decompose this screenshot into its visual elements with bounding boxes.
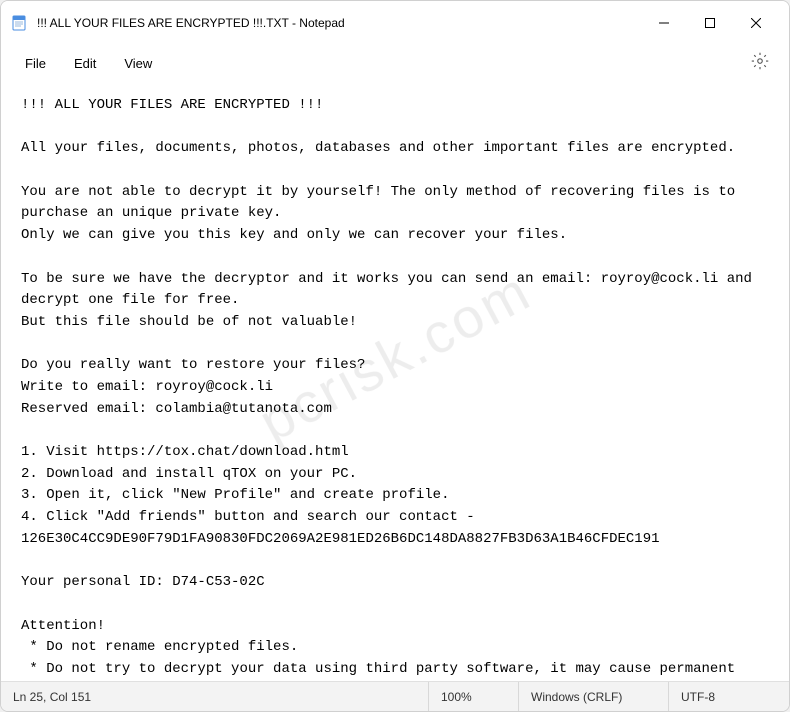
menu-file[interactable]: File <box>11 50 60 77</box>
minimize-button[interactable] <box>641 1 687 45</box>
menu-edit[interactable]: Edit <box>60 50 110 77</box>
menu-view[interactable]: View <box>110 50 166 77</box>
status-lineending: Windows (CRLF) <box>519 682 669 711</box>
status-position: Ln 25, Col 151 <box>1 682 429 711</box>
notepad-window: !!! ALL YOUR FILES ARE ENCRYPTED !!!.TXT… <box>0 0 790 712</box>
window-controls <box>641 1 779 45</box>
menubar: File Edit View <box>1 45 789 81</box>
window-title: !!! ALL YOUR FILES ARE ENCRYPTED !!!.TXT… <box>37 16 641 30</box>
settings-button[interactable] <box>741 46 779 81</box>
titlebar: !!! ALL YOUR FILES ARE ENCRYPTED !!!.TXT… <box>1 1 789 45</box>
status-zoom: 100% <box>429 682 519 711</box>
notepad-icon <box>11 13 27 33</box>
text-area[interactable]: !!! ALL YOUR FILES ARE ENCRYPTED !!! All… <box>1 81 789 681</box>
close-button[interactable] <box>733 1 779 45</box>
status-encoding: UTF-8 <box>669 682 789 711</box>
statusbar: Ln 25, Col 151 100% Windows (CRLF) UTF-8 <box>1 681 789 711</box>
maximize-button[interactable] <box>687 1 733 45</box>
